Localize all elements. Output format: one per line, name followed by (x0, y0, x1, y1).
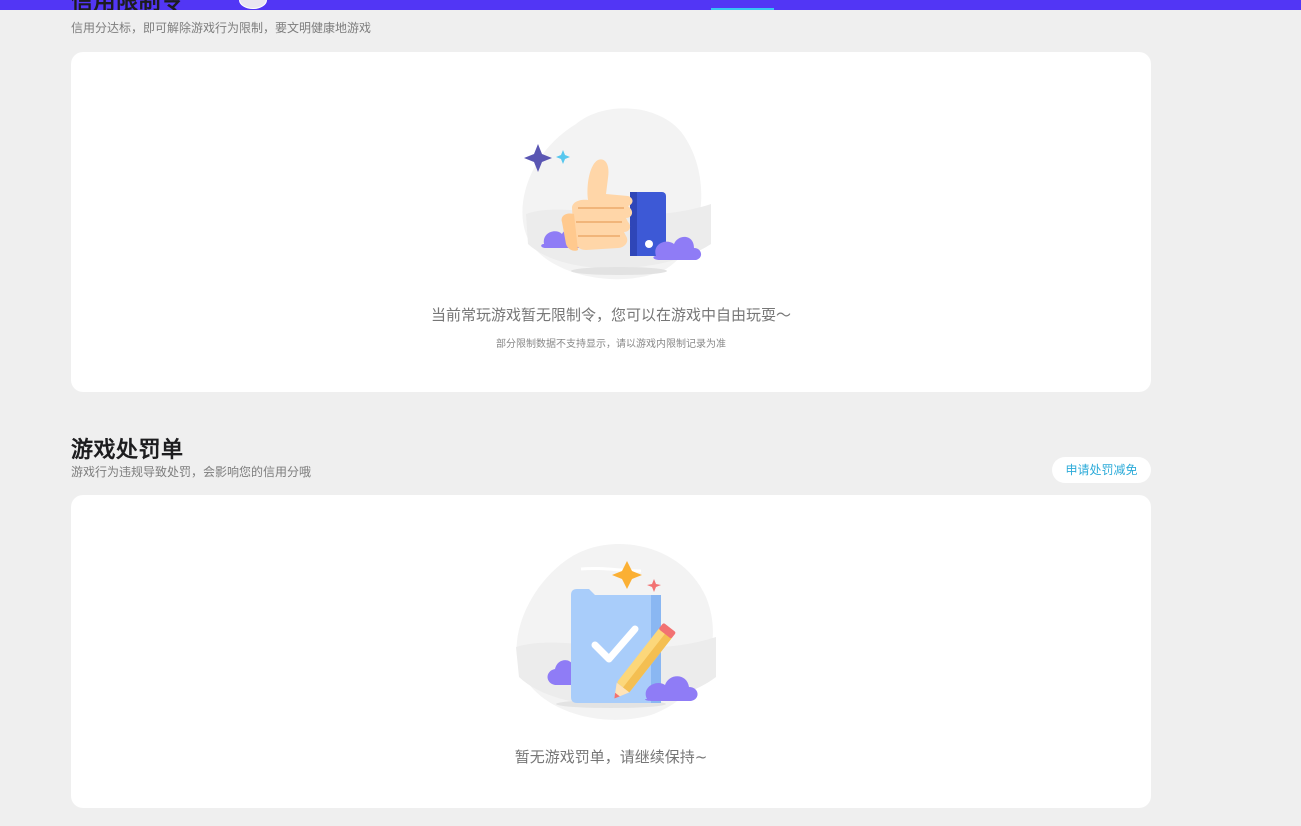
thumbs-up-icon (522, 108, 711, 280)
penalty-section-title: 游戏处罚单 (71, 438, 184, 463)
credit-restriction-card: 当前常玩游戏暂无限制令，您可以在游戏中自由玩耍～ 部分限制数据不支持显示，请以游… (71, 52, 1151, 392)
penalty-section-subtitle: 游戏行为违规导致处罚，会影响您的信用分哦 (71, 465, 312, 479)
credit-empty-note: 部分限制数据不支持显示，请以游戏内限制记录为准 (496, 339, 726, 350)
penalty-empty-message: 暂无游戏罚单，请继续保持~ (514, 748, 708, 766)
credit-empty-message: 当前常玩游戏暂无限制令，您可以在游戏中自由玩耍～ (430, 306, 791, 324)
document-check-icon (516, 544, 716, 720)
credit-section-subtitle: 信用分达标，即可解除游戏行为限制，要文明健康地游戏 (71, 21, 372, 35)
credit-section-title: 信用限制令 (71, 0, 184, 10)
avatar[interactable] (239, 0, 267, 9)
apply-penalty-reduction-button[interactable]: 申请处罚减免 (1052, 457, 1151, 483)
game-penalty-card: 暂无游戏罚单，请继续保持~ (71, 495, 1151, 808)
active-tab-indicator (711, 8, 774, 10)
top-navigation-bar (0, 0, 1301, 10)
